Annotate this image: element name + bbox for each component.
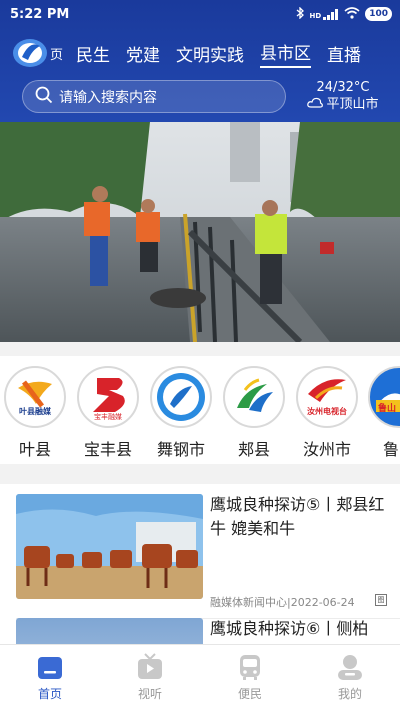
bottom-nav: 首页 视听 便民 我的 xyxy=(0,644,400,711)
tv-icon xyxy=(136,653,164,681)
weather-city-row: 平顶山市 xyxy=(298,96,388,113)
nav-services[interactable]: 便民 xyxy=(200,645,300,711)
search-icon xyxy=(35,86,53,108)
channel-logo-text: 鲁山 xyxy=(378,404,397,414)
wifi-icon xyxy=(344,6,360,22)
news-meta: 融媒体新闻中心|2022-06-24 xyxy=(210,596,355,609)
news-source: 融媒体新闻中心 xyxy=(210,596,287,609)
channel-logo xyxy=(223,366,285,428)
channel-logo: 鲁山 xyxy=(368,366,400,428)
news-item[interactable]: 鹰城良种探访⑥丨侧柏 xyxy=(0,618,400,644)
channel-logo-text: 汝州电视台 xyxy=(307,407,347,416)
bluetooth-icon xyxy=(295,5,305,22)
tab-wenming[interactable]: 文明实践 xyxy=(176,41,244,66)
channel-logo: 汝州电视台 xyxy=(296,366,358,428)
channel-label: 郏县 xyxy=(237,440,270,459)
nav-home[interactable]: 首页 xyxy=(0,645,100,711)
logo-text: 页 xyxy=(50,48,64,63)
channel-baofeng[interactable]: 宝丰融媒 宝丰县 xyxy=(75,366,141,460)
nav-label: 便民 xyxy=(237,687,262,701)
news-thumbnail xyxy=(16,618,203,644)
nav-label: 我的 xyxy=(337,687,362,701)
weather-temp: 24/32°C xyxy=(316,80,370,95)
channel-logo-text: 叶县融媒 xyxy=(19,407,51,416)
app-logo[interactable]: 页 xyxy=(10,32,64,74)
banner-image[interactable] xyxy=(0,122,400,342)
channel-ruzhou[interactable]: 汝州电视台 汝州市 xyxy=(294,366,360,460)
channel-label: 鲁山 xyxy=(382,440,400,459)
news-title: 鹰城良种探访⑥丨侧柏 xyxy=(210,619,369,638)
tab-minsheng[interactable]: 民生 xyxy=(76,41,110,66)
category-tabs: 民生 党建 文明实践 县市区 直播 xyxy=(76,39,377,68)
channel-wugang[interactable]: 舞钢市 xyxy=(148,366,214,460)
weather-widget[interactable]: 24/32°C 平顶山市 xyxy=(298,79,388,113)
channel-label: 宝丰县 xyxy=(83,440,132,459)
channel-label: 舞钢市 xyxy=(156,440,205,459)
channel-logo-text: 宝丰融媒 xyxy=(94,413,122,421)
county-channels: 叶县融媒 叶县 宝丰融媒 宝丰县 舞钢市 郏县 汝州电视台 汝州市 鲁山 鲁 xyxy=(0,356,400,464)
search-input[interactable]: 请输入搜索内容 xyxy=(22,80,286,113)
channel-logo: 叶县融媒 xyxy=(4,366,66,428)
nav-label: 首页 xyxy=(37,687,62,701)
channel-logo xyxy=(150,366,212,428)
search-placeholder: 请输入搜索内容 xyxy=(59,89,157,106)
channel-logo: 宝丰融媒 xyxy=(77,366,139,428)
channel-jiaxian[interactable]: 郏县 xyxy=(221,366,287,460)
header: 5:22 PM HD 100 页 民生 党建 文明实践 县市区 直播 请输入搜索… xyxy=(0,0,400,122)
channel-lushan[interactable]: 鲁山 鲁山 xyxy=(366,366,400,460)
status-time: 5:22 PM xyxy=(10,6,70,22)
channel-label: 汝州市 xyxy=(302,440,351,459)
nav-label: 视听 xyxy=(137,687,162,701)
bus-icon xyxy=(236,653,264,681)
news-item[interactable]: 鹰城良种探访⑤丨郏县红牛 媲美和牛 融媒体新闻中心|2022-06-24 图 xyxy=(0,494,400,619)
top-nav: 页 民生 党建 文明实践 县市区 直播 xyxy=(0,32,400,74)
channel-label: 叶县 xyxy=(18,440,51,459)
status-bar: 5:22 PM HD 100 xyxy=(0,0,400,28)
nav-mine[interactable]: 我的 xyxy=(300,645,400,711)
home-icon xyxy=(36,653,64,681)
news-type-badge: 图 xyxy=(375,594,387,606)
news-list: 鹰城良种探访⑤丨郏县红牛 媲美和牛 融媒体新闻中心|2022-06-24 图 鹰… xyxy=(0,484,400,644)
battery-icon: 100 xyxy=(365,7,392,21)
app-screen: 5:22 PM HD 100 页 民生 党建 文明实践 县市区 直播 请输入搜索… xyxy=(0,0,400,711)
cloud-icon xyxy=(307,96,324,113)
tab-county[interactable]: 县市区 xyxy=(260,39,311,68)
search-row: 请输入搜索内容 24/32°C 平顶山市 xyxy=(0,80,400,116)
news-date: 2022-06-24 xyxy=(290,596,355,609)
nav-media[interactable]: 视听 xyxy=(100,645,200,711)
news-title: 鹰城良种探访⑤丨郏县红牛 媲美和牛 xyxy=(210,495,385,538)
user-icon xyxy=(336,653,364,681)
channel-yexian[interactable]: 叶县融媒 叶县 xyxy=(2,366,68,460)
news-thumbnail xyxy=(16,494,203,599)
tab-live[interactable]: 直播 xyxy=(327,41,361,66)
tab-dangjian[interactable]: 党建 xyxy=(126,41,160,66)
weather-city: 平顶山市 xyxy=(326,97,379,112)
status-icons: HD 100 xyxy=(295,5,392,22)
signal-icon: HD xyxy=(310,8,340,20)
